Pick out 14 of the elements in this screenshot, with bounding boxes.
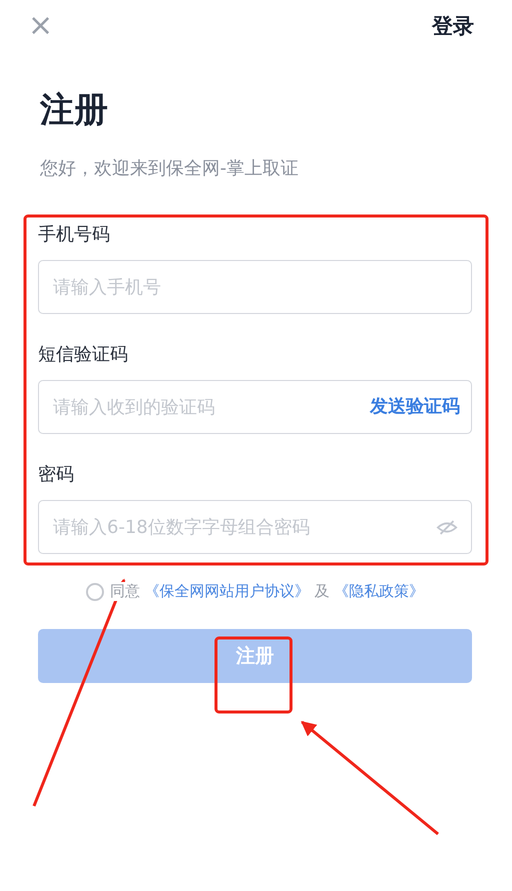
eye-slash-icon[interactable] (436, 520, 458, 535)
agreement-link[interactable]: 《隐私政策》 (334, 582, 424, 600)
agree-radio[interactable] (86, 582, 104, 600)
phone-field[interactable]: 请输入手机号 (38, 260, 472, 314)
page-title: 注册 (40, 89, 109, 132)
welcome-text: 您好，欢迎来到保全网-掌上取证 (40, 157, 300, 181)
agreement-link[interactable]: 《保全网网站用户协议》 (144, 582, 310, 600)
password-field[interactable]: 请输入6-18位数字字母组合密码 (38, 500, 472, 554)
field-label: 密码 (38, 463, 75, 487)
close-button[interactable]: × (24, 11, 58, 41)
field-label: 手机号码 (38, 223, 111, 247)
field-label: 短信验证码 (38, 343, 129, 367)
login-link[interactable]: 登录 (432, 12, 474, 40)
send-code-button[interactable]: 发送验证码 (370, 394, 460, 418)
